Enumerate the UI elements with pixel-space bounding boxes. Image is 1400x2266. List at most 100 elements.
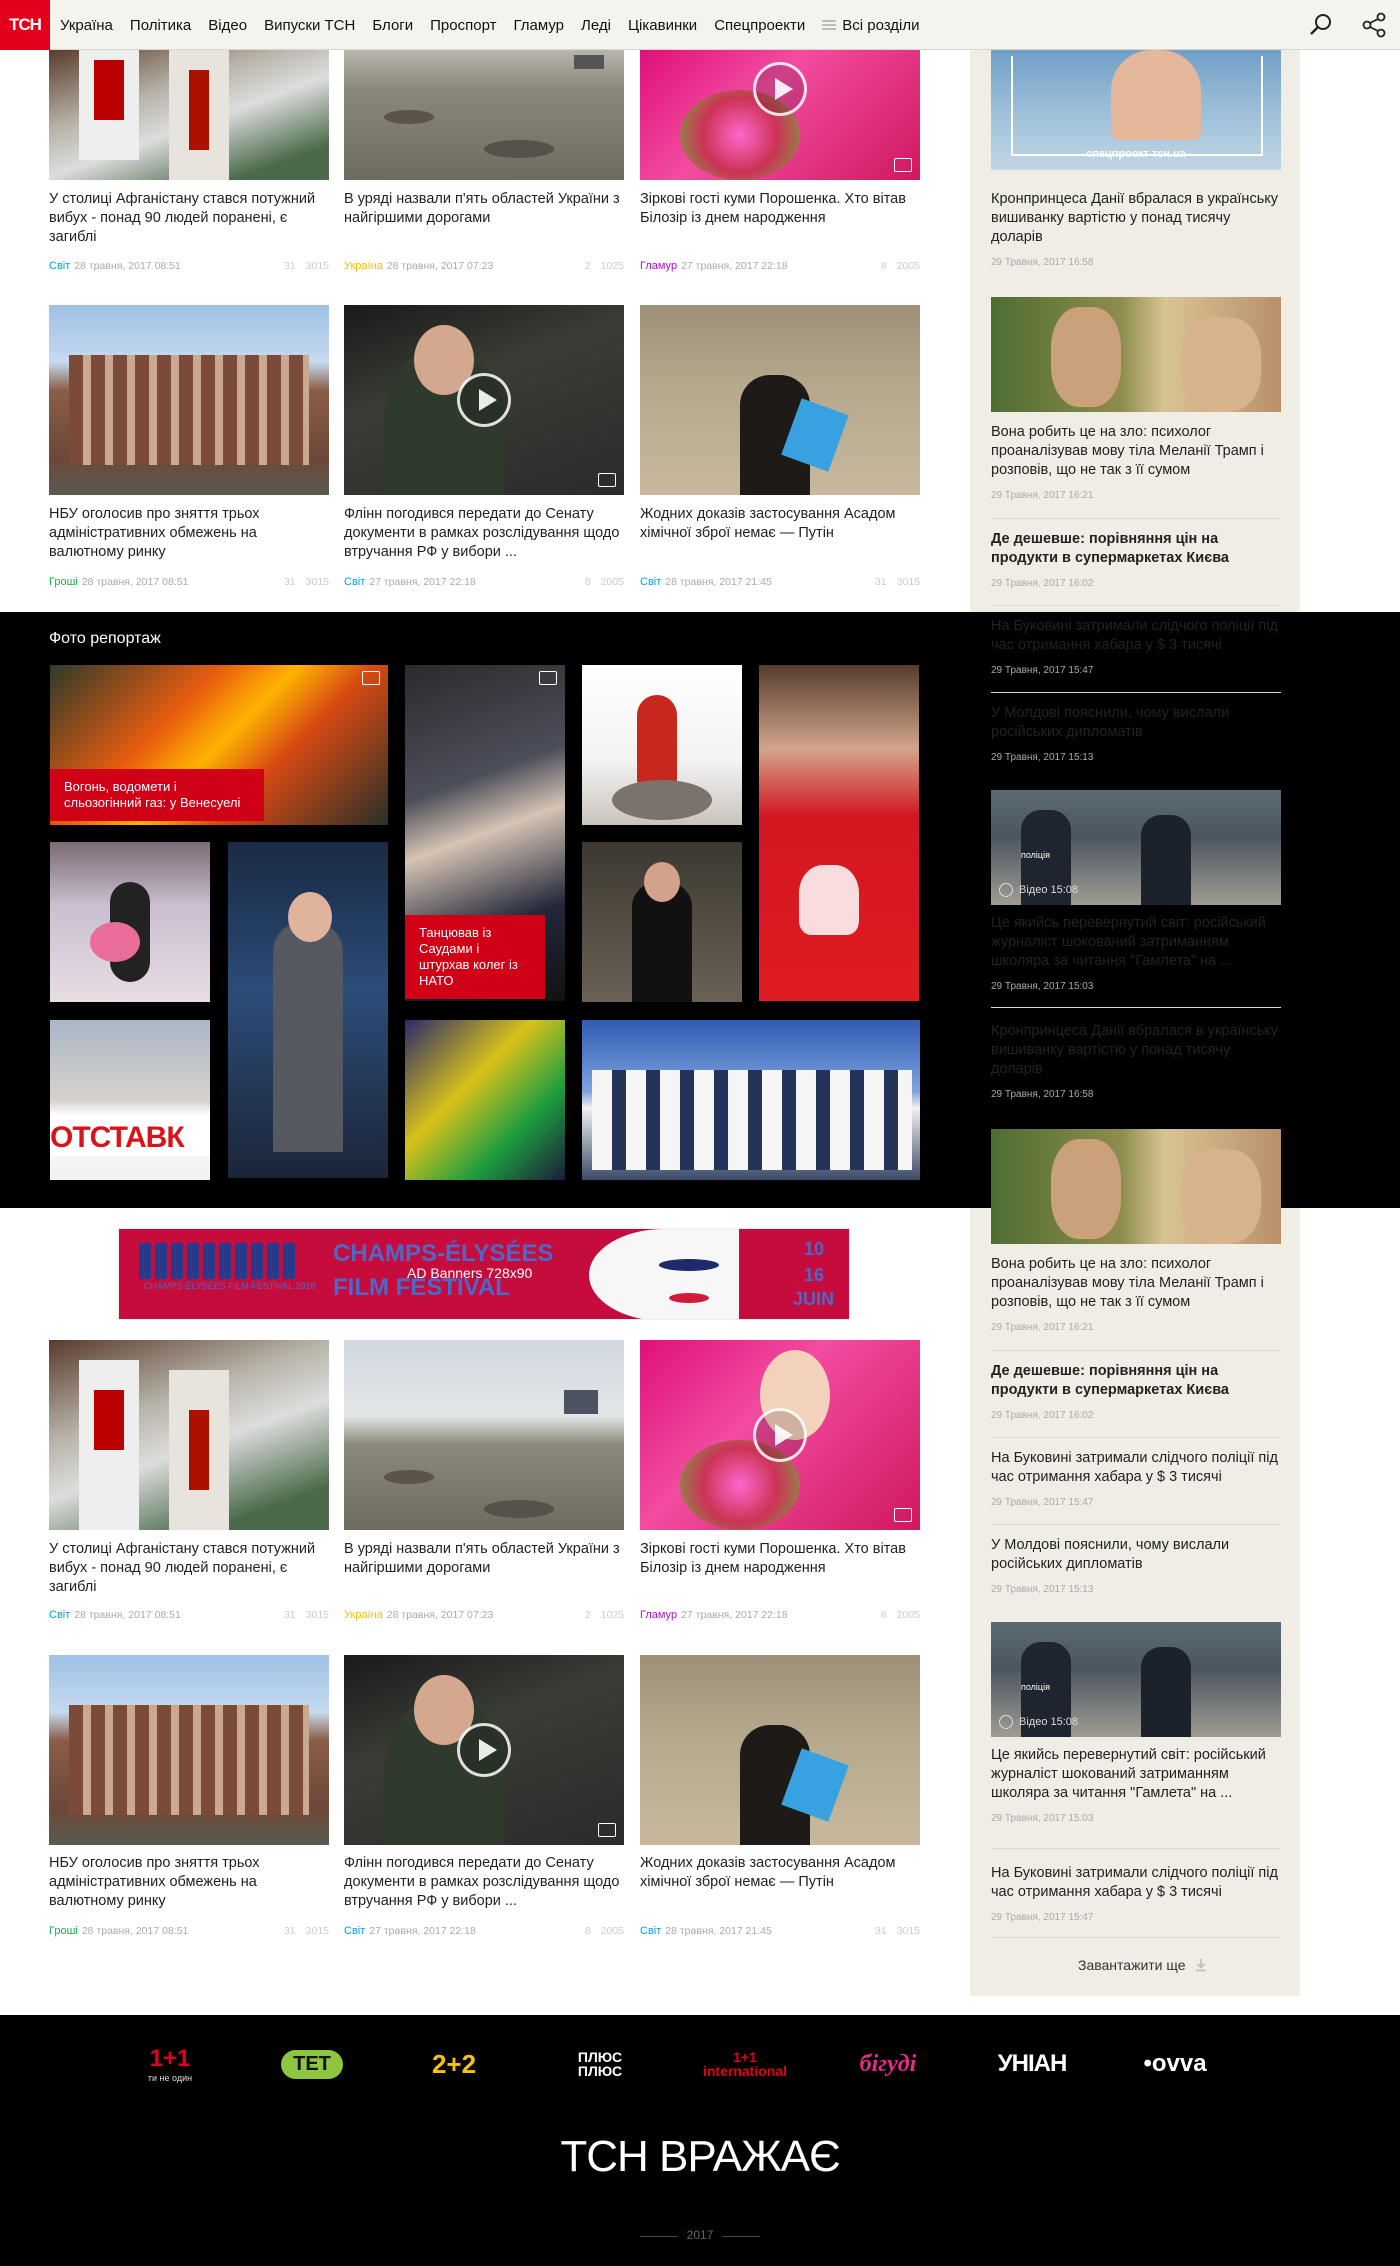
sidebar-news-title[interactable]: Вона робить це на зло: психолог проаналі…: [991, 423, 1281, 480]
nav-item-politics[interactable]: Політика: [130, 17, 191, 34]
category-label[interactable]: Світ: [49, 260, 70, 272]
news-title[interactable]: У столиці Афганістану стався потужний ви…: [49, 190, 329, 247]
sidebar-banner-special[interactable]: спецпроект тсн.ua: [991, 50, 1281, 170]
channel-logo-1plus1[interactable]: 1+1 ти не один: [130, 2044, 210, 2084]
category-label[interactable]: Гламур: [640, 260, 677, 272]
photo-clowns[interactable]: [405, 1020, 565, 1180]
category-label[interactable]: Світ: [49, 1609, 70, 1621]
sidebar-news-item[interactable]: Вона робить це на зло: психолог проаналі…: [991, 423, 1281, 501]
photo-celebrity[interactable]: [582, 842, 742, 1002]
news-image-roads[interactable]: [344, 50, 624, 180]
photo-football[interactable]: [759, 665, 919, 1001]
sidebar-news-title[interactable]: Де дешевше: порівняння цін на продукти в…: [991, 530, 1281, 568]
play-icon[interactable]: [753, 1408, 807, 1462]
news-title[interactable]: Флінн погодився передати до Сенату докум…: [344, 1854, 624, 1911]
ad-banner[interactable]: CHAMPS-ÉLYSÉES FILM FESTIVAL 2018 CHAMPS…: [118, 1228, 850, 1320]
news-image-putin[interactable]: [640, 1655, 920, 1845]
sidebar-news-title[interactable]: Де дешевше: порівняння цін на продукти в…: [991, 1362, 1281, 1400]
sidebar-news-title[interactable]: Це якийсь перевернутий світ: російський …: [991, 1746, 1281, 1803]
category-label[interactable]: Світ: [640, 576, 661, 588]
category-label[interactable]: Світ: [344, 576, 365, 588]
category-label[interactable]: Гроші: [49, 1925, 78, 1937]
nav-item-lady[interactable]: Леді: [581, 17, 611, 34]
sidebar-news-item[interactable]: У Молдові пояснили, чому вислали російсь…: [991, 704, 1281, 763]
news-image-bilozir[interactable]: [640, 50, 920, 180]
news-image-flynn[interactable]: [344, 1655, 624, 1845]
nav-item-prosport[interactable]: Проспорт: [430, 17, 496, 34]
news-image-bilozir[interactable]: [640, 1340, 920, 1530]
category-label[interactable]: Україна: [344, 1609, 383, 1621]
news-title[interactable]: Флінн погодився передати до Сенату докум…: [344, 505, 624, 562]
all-sections-menu[interactable]: Всі розділи: [822, 17, 920, 34]
photo-protest[interactable]: ОТСТАВК: [50, 1020, 210, 1180]
share-icon[interactable]: [894, 158, 912, 172]
sidebar-news-item[interactable]: Вона робить це на зло: психолог проаналі…: [991, 1255, 1281, 1333]
nav-item-tsn-episodes[interactable]: Випуски ТСН: [264, 17, 355, 34]
sidebar-news-title[interactable]: На Буковині затримали слідчого поліції п…: [991, 617, 1281, 655]
sidebar-news-title[interactable]: У Молдові пояснили, чому вислали російсь…: [991, 704, 1281, 742]
news-title[interactable]: В уряді назвали п'ять областей України з…: [344, 1540, 624, 1578]
news-title[interactable]: НБУ оголосив про зняття трьох адміністра…: [49, 505, 329, 562]
nav-item-video[interactable]: Відео: [208, 17, 247, 34]
photo-miss[interactable]: [50, 842, 210, 1002]
search-icon[interactable]: [1307, 11, 1335, 39]
channel-logo-unian[interactable]: УНІАН: [990, 2044, 1074, 2084]
sidebar-news-title[interactable]: На Буковині затримали слідчого поліції п…: [991, 1864, 1281, 1902]
load-more-button[interactable]: Завантажити ще: [1078, 1957, 1208, 1973]
news-title[interactable]: НБУ оголосив про зняття трьох адміністра…: [49, 1854, 329, 1911]
sidebar-news-title[interactable]: У Молдові пояснили, чому вислали російсь…: [991, 1536, 1281, 1574]
category-label[interactable]: Світ: [640, 1925, 661, 1937]
channel-logo-bigudi[interactable]: бігуді: [848, 2044, 928, 2084]
share-icon[interactable]: [1360, 11, 1388, 39]
nav-item-ukraine[interactable]: Україна: [60, 17, 113, 34]
photo-report-title[interactable]: Фото репортаж: [49, 630, 161, 648]
channel-logo-plusplus[interactable]: ПЛЮС ПЛЮС: [558, 2044, 642, 2084]
nav-item-blogs[interactable]: Блоги: [372, 17, 413, 34]
news-title[interactable]: В уряді назвали п'ять областей України з…: [344, 190, 624, 228]
sidebar-news-title[interactable]: Кронпринцеса Данії вбралася в українську…: [991, 1022, 1281, 1079]
news-image-nbu[interactable]: [49, 1655, 329, 1845]
news-title[interactable]: Жодних доказів застосування Асадом хіміч…: [640, 1854, 920, 1892]
sidebar-image-melania[interactable]: [991, 297, 1281, 412]
share-icon[interactable]: [894, 1508, 912, 1522]
share-icon[interactable]: [598, 1823, 616, 1837]
news-image-afghanistan[interactable]: [49, 1340, 329, 1530]
category-label[interactable]: Гроші: [49, 576, 78, 588]
nav-item-specprojects[interactable]: Спецпроекти: [714, 17, 805, 34]
sidebar-news-title[interactable]: На Буковині затримали слідчого поліції п…: [991, 1449, 1281, 1487]
share-icon[interactable]: [598, 473, 616, 487]
news-title[interactable]: Зіркові гості куми Порошенка. Хто вітав …: [640, 1540, 920, 1578]
sidebar-news-item[interactable]: Кронпринцеса Данії вбралася в українську…: [991, 190, 1281, 268]
news-image-afghanistan[interactable]: [49, 50, 329, 180]
play-icon[interactable]: [457, 373, 511, 427]
news-image-nbu[interactable]: [49, 305, 329, 495]
tsn-logo[interactable]: ТСН: [0, 0, 50, 50]
sidebar-image-melania[interactable]: [991, 1129, 1281, 1244]
news-image-flynn[interactable]: [344, 305, 624, 495]
news-title[interactable]: Зіркові гості куми Порошенка. Хто вітав …: [640, 190, 920, 228]
photo-mermaid[interactable]: [582, 665, 742, 825]
sidebar-news-item[interactable]: Це якийсь перевернутий світ: російський …: [991, 1746, 1281, 1824]
sidebar-video-police[interactable]: поліція Відео 15:08: [991, 790, 1281, 905]
news-image-putin[interactable]: [640, 305, 920, 495]
photo-parade[interactable]: [582, 1020, 920, 1180]
share-icon[interactable]: [539, 671, 557, 685]
sidebar-news-title[interactable]: Це якийсь перевернутий світ: російський …: [991, 914, 1281, 971]
channel-logo-tet[interactable]: ТЕТ: [270, 2044, 354, 2084]
news-image-roads[interactable]: [344, 1340, 624, 1530]
channel-logo-ovva[interactable]: •ovva: [1130, 2044, 1220, 2084]
category-label[interactable]: Україна: [344, 260, 383, 272]
channel-logo-2plus2[interactable]: 2+2: [412, 2044, 496, 2084]
photo-singer[interactable]: [228, 842, 388, 1178]
photo-trump[interactable]: Танцював із Саудами і штурхав колег із Н…: [405, 665, 565, 1001]
sidebar-news-item[interactable]: На Буковині затримали слідчого поліції п…: [991, 617, 1281, 676]
photo-venezuela[interactable]: Вогонь, водомети і сльозогінний газ: у В…: [50, 665, 388, 825]
sidebar-news-item[interactable]: Де дешевше: порівняння цін на продукти в…: [991, 530, 1281, 589]
news-title[interactable]: Жодних доказів застосування Асадом хіміч…: [640, 505, 920, 543]
play-icon[interactable]: [457, 1723, 511, 1777]
sidebar-news-item[interactable]: Це якийсь перевернутий світ: російський …: [991, 914, 1281, 992]
sidebar-news-item[interactable]: На Буковині затримали слідчого поліції п…: [991, 1864, 1281, 1923]
sidebar-news-title[interactable]: Вона робить це на зло: психолог проаналі…: [991, 1255, 1281, 1312]
share-icon[interactable]: [362, 671, 380, 685]
sidebar-news-item[interactable]: На Буковині затримали слідчого поліції п…: [991, 1449, 1281, 1508]
